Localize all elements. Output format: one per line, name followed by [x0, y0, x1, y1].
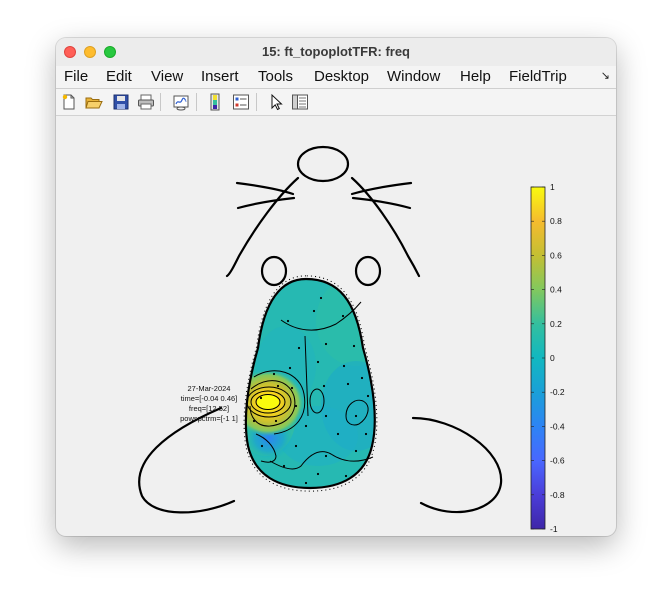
- electrode-dot: [346, 382, 350, 386]
- electrode-dot: [304, 424, 308, 428]
- head-right-contour: [350, 176, 421, 278]
- menu-desktop[interactable]: Desktop: [314, 68, 369, 85]
- electrode-dot: [276, 384, 280, 388]
- whisker: [236, 196, 296, 210]
- menu-fieldtrip[interactable]: FieldTrip: [509, 68, 567, 85]
- info-parameter: powspctrm=[-1 1]: [180, 414, 238, 423]
- electrode-dot: [354, 449, 358, 453]
- electrode-dot: [322, 384, 326, 388]
- electrode-dot: [354, 414, 358, 418]
- electrode-dot: [316, 472, 320, 476]
- info-annotation: 27-Mar-2024 time=[-0.04 0.46] freq=[12 5…: [180, 384, 238, 423]
- electrode-dot: [294, 404, 298, 408]
- electrode-dot: [341, 314, 345, 318]
- new-figure-icon[interactable]: [60, 93, 78, 111]
- colorbar-tick-label: -0.6: [550, 456, 565, 466]
- link-plot-icon[interactable]: [172, 93, 190, 111]
- nose-outline: [296, 145, 350, 183]
- electrode-dot: [342, 364, 346, 368]
- electrode-dot: [259, 396, 263, 400]
- electrode-dot: [360, 376, 364, 380]
- topo-map: [243, 275, 378, 492]
- window-title: 15: ft_topoplotTFR: freq: [261, 44, 411, 59]
- electrode-dot: [304, 481, 308, 485]
- legend-icon[interactable]: [232, 93, 250, 111]
- electrode-dot: [288, 366, 292, 370]
- electrode-dot: [282, 464, 286, 468]
- electrode-dot: [312, 309, 316, 313]
- colorbar[interactable]: 1 0.8 0.6 0.4 0.2 0 -0.2 -0.4 -0.6 -0.8 -1: [530, 182, 565, 534]
- electrode-dot: [324, 454, 328, 458]
- info-freq: freq=[12 52]: [189, 404, 229, 413]
- toolbar-separator: [160, 93, 161, 111]
- menu-view[interactable]: View: [151, 68, 183, 85]
- colorbar-icon[interactable]: [206, 93, 224, 111]
- toolbar-separator: [256, 93, 257, 111]
- electrode-dot: [294, 444, 298, 448]
- right-eye: [354, 255, 382, 287]
- topoplot-figure[interactable]: 27-Mar-2024 time=[-0.04 0.46] freq=[12 5…: [56, 116, 616, 536]
- right-ear: [411, 416, 503, 514]
- left-eye: [260, 255, 288, 287]
- electrode-dot: [260, 444, 264, 448]
- menu-edit[interactable]: Edit: [106, 68, 132, 85]
- corner-arrow-icon[interactable]: ↘: [601, 69, 610, 82]
- colorbar-tick-label: 0.6: [550, 250, 562, 260]
- whisker: [235, 181, 295, 196]
- menu-tools[interactable]: Tools: [258, 68, 293, 85]
- electrode-dot: [364, 432, 368, 436]
- whisker: [350, 181, 413, 196]
- menu-file[interactable]: File: [64, 68, 88, 85]
- electrode-dot: [274, 419, 278, 423]
- open-file-icon[interactable]: [85, 93, 103, 111]
- electrode-dot: [290, 386, 294, 390]
- toolbar: [56, 89, 616, 116]
- info-date: 27-Mar-2024: [188, 384, 231, 393]
- electrode-dot: [336, 432, 340, 436]
- electrode-dot: [297, 346, 301, 350]
- colorbar-tick-label: 0.4: [550, 285, 562, 295]
- menu-bar: File Edit View Insert Tools Desktop Wind…: [56, 66, 616, 89]
- electrode-dot: [366, 394, 370, 398]
- info-time: time=[-0.04 0.46]: [181, 394, 238, 403]
- property-inspector-icon[interactable]: [291, 93, 309, 111]
- save-icon[interactable]: [112, 93, 130, 111]
- whisker: [351, 196, 412, 210]
- left-ear: [138, 406, 236, 514]
- menu-insert[interactable]: Insert: [201, 68, 239, 85]
- title-bar[interactable]: 15: ft_topoplotTFR: freq: [56, 38, 616, 67]
- toolbar-separator: [196, 93, 197, 111]
- colorbar-tick-label: -0.8: [550, 490, 565, 500]
- colorbar-tick-label: 1: [550, 182, 555, 192]
- electrode-dot: [324, 414, 328, 418]
- colorbar-tick-label: 0.8: [550, 216, 562, 226]
- colorbar-tick-label: 0: [550, 353, 555, 363]
- colorbar-tick-label: -1: [550, 524, 558, 534]
- electrode-dot: [324, 342, 328, 346]
- colorbar-tick-label: -0.4: [550, 421, 565, 431]
- edit-plot-icon[interactable]: [268, 93, 286, 111]
- electrode-dot: [319, 296, 323, 300]
- electrode-dot: [286, 319, 290, 323]
- print-icon[interactable]: [137, 93, 155, 111]
- electrode-dot: [316, 360, 320, 364]
- electrode-dot: [352, 344, 356, 348]
- menu-window[interactable]: Window: [387, 68, 440, 85]
- figure-window: 15: ft_topoplotTFR: freq File Edit View …: [56, 38, 616, 536]
- colorbar-tick-label: -0.2: [550, 387, 565, 397]
- electrode-dot: [252, 419, 256, 423]
- electrode-dot: [272, 372, 276, 376]
- electrode-dot: [344, 474, 348, 478]
- menu-help[interactable]: Help: [460, 68, 491, 85]
- colorbar-tick-label: 0.2: [550, 319, 562, 329]
